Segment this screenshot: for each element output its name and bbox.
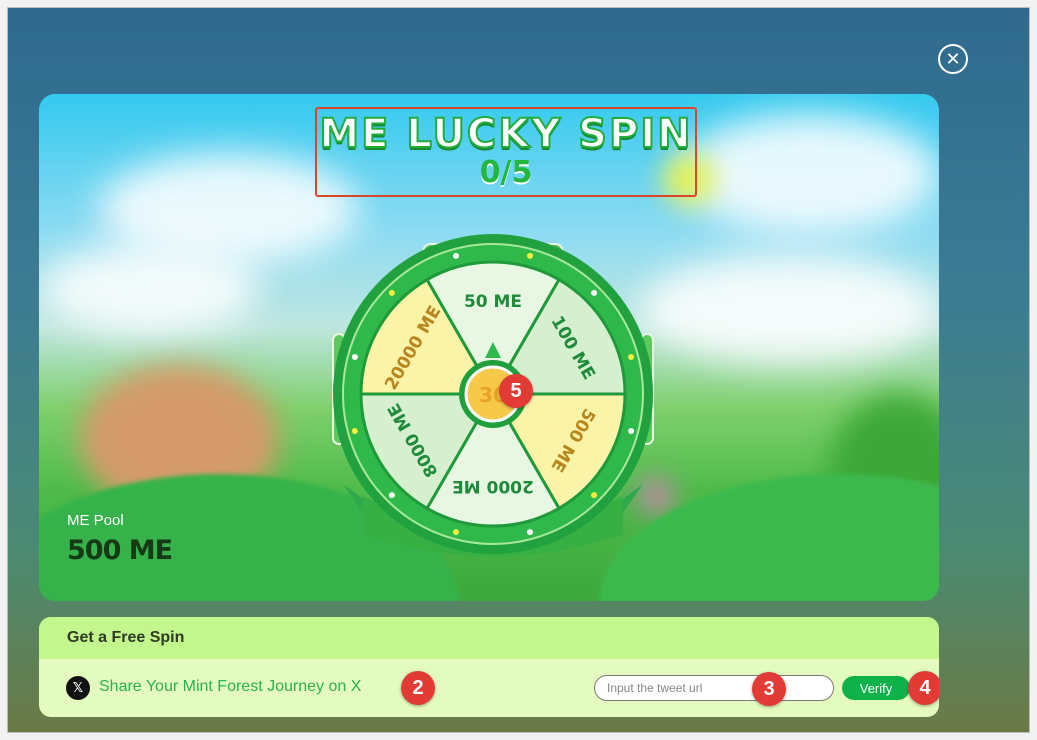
wheel-segment-label: 50 ME — [464, 292, 522, 312]
wheel-light — [628, 428, 635, 435]
cloud-decoration — [639, 254, 939, 364]
app-frame: ✕ ME LUCKY SPIN 0/5 ME Pool 500 ME 50 ME… — [8, 8, 1029, 732]
free-spin-panel: Get a Free Spin 𝕏 Share Your Mint Forest… — [39, 617, 939, 717]
close-icon: ✕ — [945, 48, 961, 69]
annotation-badge: 3 — [752, 672, 786, 706]
spin-counter: 0/5 — [479, 155, 533, 190]
title-highlight-box: ME LUCKY SPIN 0/5 — [315, 107, 697, 197]
wheel-light — [591, 492, 598, 499]
cloud-decoration — [679, 114, 939, 234]
annotation-badge: 2 — [401, 671, 435, 705]
spin-hero-panel: ME LUCKY SPIN 0/5 ME Pool 500 ME 50 ME 10… — [39, 94, 939, 601]
wheel-light — [527, 252, 534, 259]
annotation-badge: 5 — [499, 374, 533, 408]
share-task-link[interactable]: Share Your Mint Forest Journey on X — [99, 678, 361, 696]
wheel-light — [452, 252, 459, 259]
wheel-light — [388, 492, 395, 499]
free-spin-header: Get a Free Spin — [39, 617, 939, 659]
x-logo-icon: 𝕏 — [66, 676, 90, 700]
wheel-light — [351, 353, 358, 360]
wheel-light — [452, 529, 459, 536]
task-row: 𝕏 Share Your Mint Forest Journey on X 2 … — [39, 659, 939, 717]
close-button[interactable]: ✕ — [938, 44, 968, 74]
wheel-light — [351, 428, 358, 435]
tweet-url-input[interactable] — [594, 675, 834, 701]
wheel-segment-label: 2000 ME — [452, 476, 534, 496]
verify-button[interactable]: Verify — [842, 676, 910, 700]
wheel-light — [628, 353, 635, 360]
wheel-light — [591, 289, 598, 296]
cloud-decoration — [39, 244, 259, 334]
annotation-badge: 4 — [908, 671, 939, 705]
pool-value: 500 ME — [67, 535, 173, 566]
wheel-light — [388, 289, 395, 296]
pool-label: ME Pool — [67, 512, 124, 529]
wheel-light — [527, 529, 534, 536]
prize-wheel[interactable]: 50 ME100 ME500 ME2000 ME8000 ME20000 ME … — [323, 234, 663, 584]
page-title: ME LUCKY SPIN — [318, 110, 693, 158]
